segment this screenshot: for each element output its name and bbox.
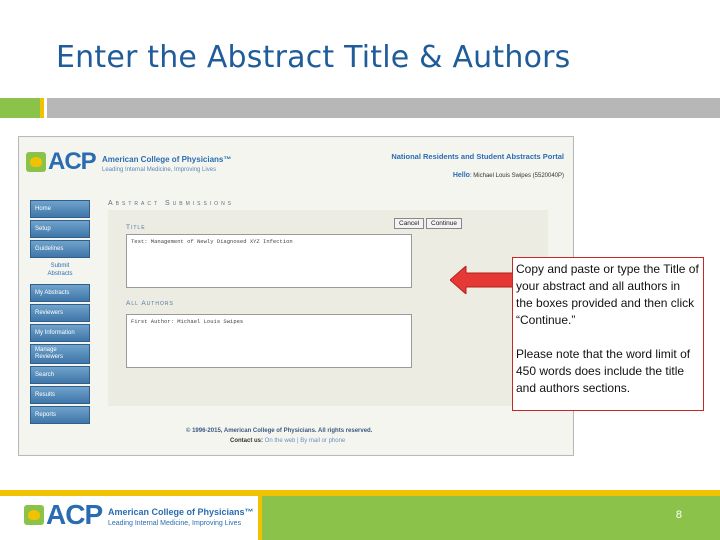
footer-acp-mark-icon (24, 505, 44, 525)
cancel-button[interactable]: Cancel (394, 218, 425, 229)
page-number: 8 (675, 509, 682, 521)
sidebar-item-guidelines[interactable]: Guidelines (30, 240, 90, 258)
header-green-bar (0, 98, 40, 118)
hello-user-name: Michael Louis Swipes (5520040P) (473, 173, 564, 179)
sidebar-item-results[interactable]: Results (30, 386, 90, 404)
sidebar-item-setup[interactable]: Setup (30, 220, 90, 238)
contact-links[interactable]: On the web | By mail or phone (265, 438, 346, 444)
header-yellow-bar (40, 98, 44, 118)
sidebar-item-manage-reviewers[interactable]: Manage Reviewers (30, 344, 90, 364)
acp-logo-tagline: Leading Internal Medicine, Improving Liv… (102, 167, 217, 173)
instruction-callout: Copy and paste or type the Title of your… (512, 257, 704, 411)
hello-user: Hello: Michael Louis Swipes (5520040P) (452, 172, 564, 179)
portal-contact: Contact us: On the web | By mail or phon… (230, 438, 345, 444)
contact-label: Contact us: (230, 438, 263, 444)
footer-acp-text: ACP (46, 499, 103, 530)
acp-logo-mark-icon (26, 152, 46, 172)
footer-green-bar: 8 (262, 496, 720, 540)
sidebar-item-submit-abstracts[interactable]: Submit Abstracts (30, 260, 90, 282)
sidebar-item-reports[interactable]: Reports (30, 406, 90, 424)
callout-paragraph-1: Copy and paste or type the Title of your… (516, 262, 699, 327)
sidebar-item-manage-line1: Manage (35, 347, 57, 353)
acp-logo-text: ACP (48, 148, 97, 175)
sidebar-item-search[interactable]: Search (30, 366, 90, 384)
portal-screenshot: ACP American College of Physicians™ Lead… (18, 136, 574, 456)
section-heading: Abstract Submissions (108, 200, 235, 207)
sidebar-item-home[interactable]: Home (30, 200, 90, 218)
footer-acp-tagline: Leading Internal Medicine, Improving Liv… (108, 520, 242, 527)
sidebar-item-submit-line2: Abstracts (47, 271, 73, 277)
authors-label: All Authors (126, 300, 174, 307)
hello-label: Hello (452, 172, 470, 179)
continue-button[interactable]: Continue (426, 218, 463, 229)
title-label: Title (126, 224, 146, 231)
sidebar-item-submit-line1: Submit (50, 263, 70, 269)
abstract-form: Cancel Continue Title Test: Management o… (108, 210, 548, 406)
title-textarea[interactable]: Test: Management of Newly Diagnosed XYZ … (126, 234, 412, 288)
sidebar-nav: Home Setup Guidelines Submit Abstracts M… (30, 200, 90, 426)
left-arrow-icon (450, 266, 514, 294)
footer-acp-logo: ACP American College of Physicians™ Lead… (24, 499, 254, 532)
slide-title: Enter the Abstract Title & Authors (56, 40, 571, 75)
sidebar-item-reviewers[interactable]: Reviewers (30, 304, 90, 322)
portal-title: National Residents and Student Abstracts… (391, 152, 564, 161)
footer-acp-name: American College of Physicians™ (108, 507, 254, 517)
authors-textarea[interactable]: First Author: Michael Louis Swipes (126, 314, 412, 368)
sidebar-item-my-abstracts[interactable]: My Abstracts (30, 284, 90, 302)
sidebar-item-my-information[interactable]: My Information (30, 324, 90, 342)
callout-paragraph-2: Please note that the word limit of 450 w… (516, 347, 691, 395)
portal-page: ACP American College of Physicians™ Lead… (20, 138, 572, 454)
acp-logo[interactable]: ACP American College of Physicians™ Lead… (26, 148, 236, 180)
acp-logo-name: American College of Physicians™ (102, 155, 232, 164)
portal-copyright: © 1996-2015, American College of Physici… (186, 428, 373, 434)
header-gray-bar (47, 98, 720, 118)
sidebar-item-manage-line2: Reviewers (35, 354, 64, 360)
